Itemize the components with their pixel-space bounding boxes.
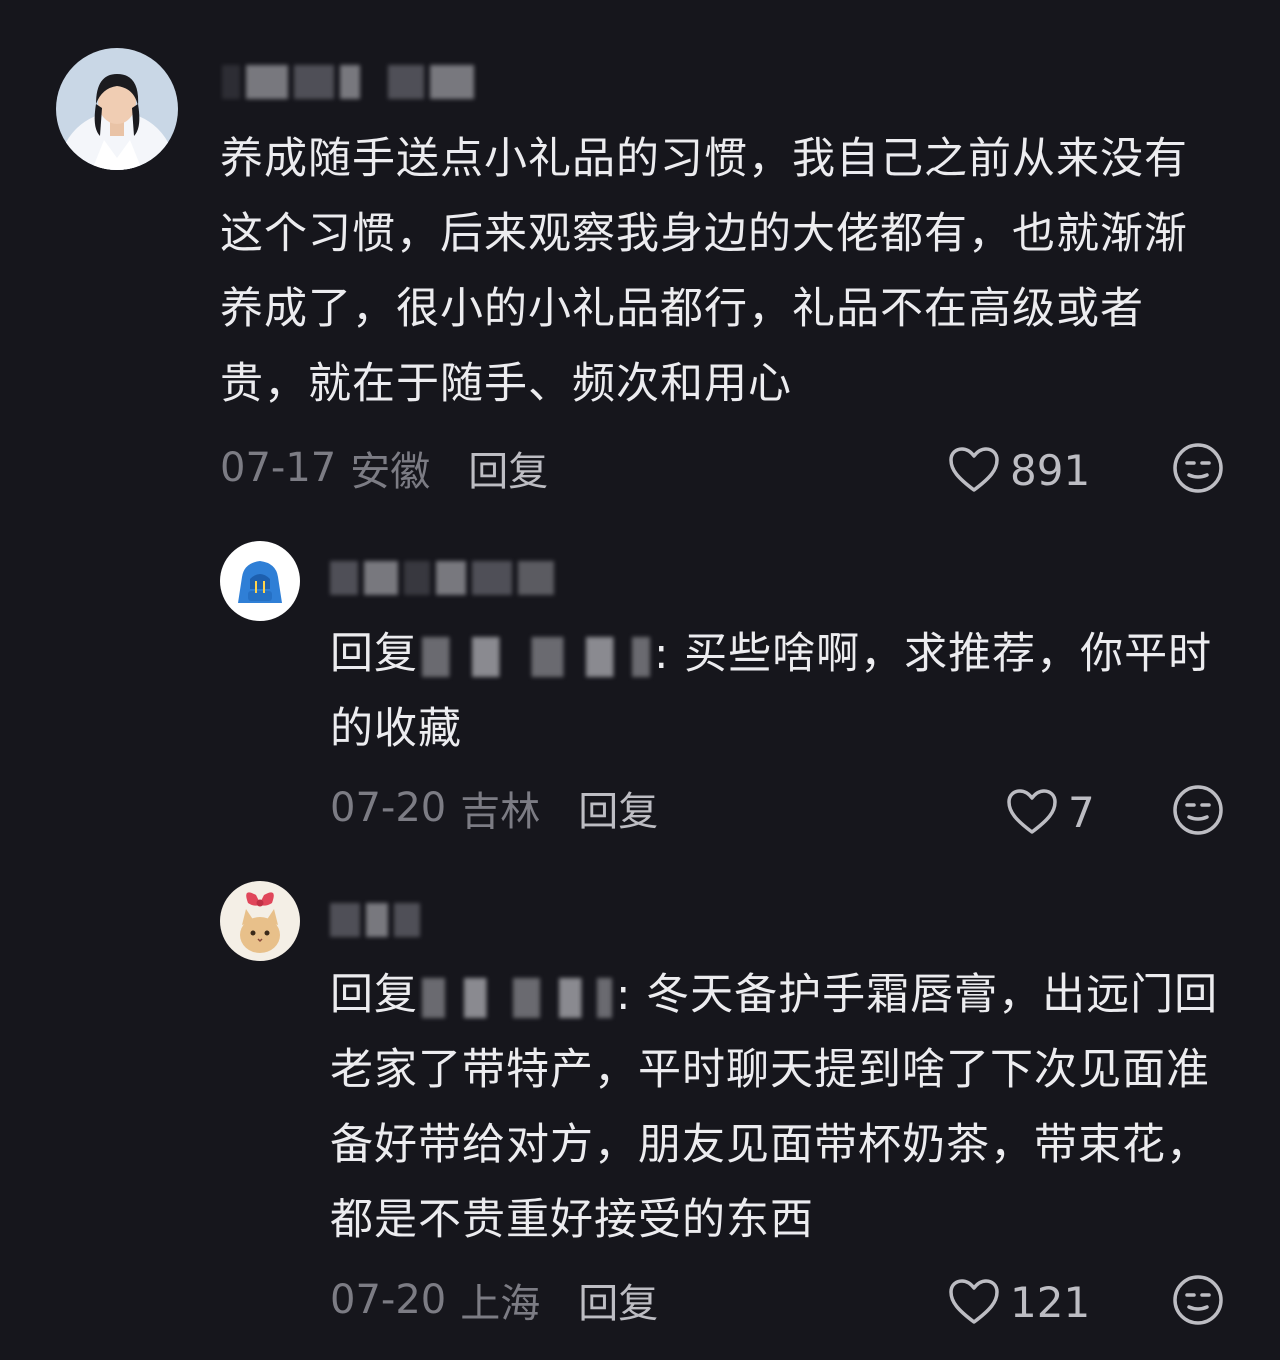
comment-text: 回复: 买些啥啊，求推荐，你平时的收藏	[330, 617, 1230, 767]
like-count: 891	[1010, 445, 1091, 495]
emoji-reaction-button[interactable]	[1172, 1274, 1224, 1326]
heart-icon	[949, 447, 999, 492]
comment-meta: 07-20 上海 回复	[330, 1272, 658, 1328]
heart-icon	[1007, 789, 1057, 834]
blue-hoodie-icon	[220, 541, 300, 621]
comment-text: 养成随手送点小礼品的习惯，我自己之前从来没有这个习惯，后来观察我身边的大佬都有，…	[220, 134, 1188, 409]
cat-bow-icon	[220, 881, 300, 961]
emoji-reaction-button[interactable]	[1172, 784, 1224, 836]
reply-prefix: 回复	[330, 970, 418, 1020]
avatar[interactable]	[220, 541, 300, 621]
reply-button[interactable]: 回复	[578, 779, 658, 837]
comment-location: 吉林	[460, 789, 541, 835]
avatar[interactable]	[220, 881, 300, 961]
comment-date: 07-17	[220, 445, 337, 491]
like-count: 121	[1010, 1277, 1091, 1327]
masked-mention[interactable]	[422, 636, 650, 677]
reply-prefix: 回复	[330, 629, 418, 679]
comment-meta: 07-20 吉林 回复	[330, 780, 658, 836]
like-button[interactable]: 7	[1006, 784, 1095, 840]
neutral-face-icon	[1173, 1275, 1223, 1325]
heart-icon	[949, 1279, 999, 1324]
neutral-face-icon	[1173, 785, 1223, 835]
masked-mention[interactable]	[422, 977, 612, 1018]
like-button[interactable]: 891	[948, 442, 1090, 498]
comment-location: 安徽	[350, 449, 431, 495]
comment-thread: 养成随手送点小礼品的习惯，我自己之前从来没有这个习惯，后来观察我身边的大佬都有，…	[0, 0, 1280, 1360]
comment-location: 上海	[460, 1281, 541, 1327]
comment-meta: 07-17 安徽 回复	[220, 440, 548, 496]
comment-date: 07-20	[330, 785, 447, 831]
username-masked[interactable]	[330, 556, 554, 600]
emoji-reaction-button[interactable]	[1172, 442, 1224, 494]
reply-button[interactable]: 回复	[578, 1271, 658, 1329]
neutral-face-icon	[1173, 443, 1223, 493]
woman-portrait-icon	[56, 48, 178, 170]
like-count: 7	[1068, 787, 1095, 837]
username-masked[interactable]	[330, 898, 420, 942]
avatar[interactable]	[56, 48, 178, 170]
like-button[interactable]: 121	[948, 1274, 1090, 1330]
reply-button[interactable]: 回复	[468, 439, 548, 497]
comment-date: 07-20	[330, 1277, 447, 1323]
username-masked[interactable]	[222, 60, 474, 104]
comment-text: 回复: 冬天备护手霜唇膏，出远门回老家了带特产，平时聊天提到啥了下次见面准备好带…	[330, 958, 1230, 1258]
